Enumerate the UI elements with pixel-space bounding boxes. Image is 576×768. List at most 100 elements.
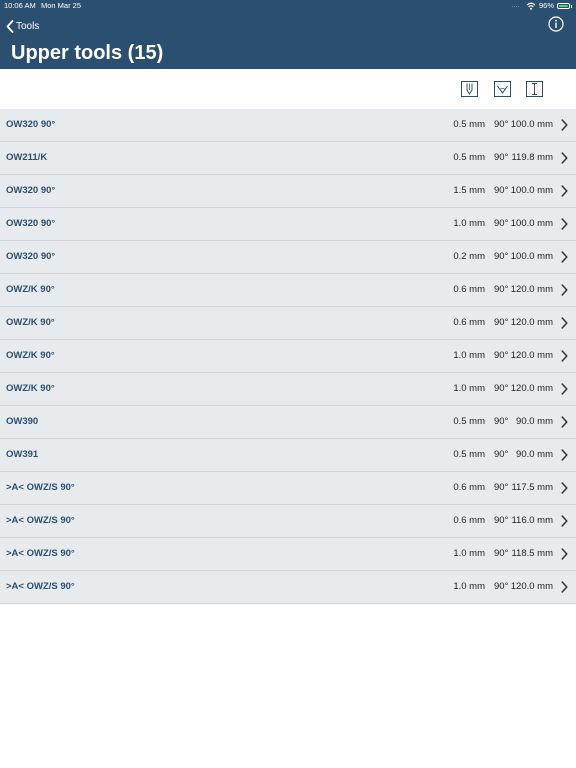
tool-thickness: 1.0 mm: [453, 581, 485, 592]
tool-row[interactable]: OWZ/K 90° 1.0 mm 90° 120.0 mm: [0, 340, 576, 373]
tool-angle: 90°: [494, 548, 509, 559]
tool-name: >A< OWZ/S 90°: [6, 548, 75, 559]
tool-height: 119.8 mm: [511, 152, 553, 163]
status-indicators: .... 96%: [511, 0, 572, 12]
tool-name: OWZ/K 90°: [6, 317, 55, 328]
chevron-right-icon: [561, 218, 568, 230]
tool-height-icon[interactable]: [461, 81, 478, 97]
tool-row[interactable]: OW320 90° 1.0 mm 90° 100.0 mm: [0, 208, 576, 241]
chevron-right-icon: [561, 317, 568, 329]
tool-height: 120.0 mm: [510, 383, 553, 394]
chevron-right-icon: [561, 152, 568, 164]
tool-angle: 90°: [494, 284, 509, 295]
tool-name: OW320 90°: [6, 218, 56, 229]
info-button[interactable]: [548, 16, 564, 32]
tool-height: 120.0 mm: [510, 350, 553, 361]
tool-row[interactable]: OWZ/K 90° 0.6 mm 90° 120.0 mm: [0, 307, 576, 340]
tool-height: 90.0 mm: [516, 449, 553, 460]
tool-thickness: 0.6 mm: [453, 482, 485, 493]
tool-list: OW320 90° 0.5 mm 90° 100.0 mm OW211/K 0.…: [0, 109, 576, 604]
tool-thickness: 0.2 mm: [453, 251, 485, 262]
tool-angle: 90°: [494, 317, 509, 328]
tool-name: OW211/K: [6, 152, 48, 163]
chevron-left-icon: [6, 19, 14, 33]
tool-thickness: 0.6 mm: [453, 284, 485, 295]
navigation-header: 10:06 AM Mon Mar 25 .... 96% Tools Upper…: [0, 0, 576, 69]
tool-name: OWZ/K 90°: [6, 350, 55, 361]
info-icon: [548, 16, 564, 32]
chevron-right-icon: [561, 482, 568, 494]
tool-angle: 90°: [494, 581, 509, 592]
tool-name: >A< OWZ/S 90°: [6, 581, 75, 592]
back-label: Tools: [16, 20, 40, 32]
tool-angle: 90°: [494, 482, 509, 493]
tool-name: OW320 90°: [6, 185, 56, 196]
chevron-right-icon: [561, 251, 568, 263]
tool-thickness: 0.5 mm: [453, 152, 485, 163]
tool-angle: 90°: [494, 350, 509, 361]
chevron-right-icon: [561, 449, 568, 461]
tool-height: 117.5 mm: [511, 482, 553, 493]
tool-thickness: 1.5 mm: [453, 185, 485, 196]
tool-angle: 90°: [494, 152, 509, 163]
tool-height: 116.0 mm: [511, 515, 553, 526]
tool-height: 120.0 mm: [510, 317, 553, 328]
tool-length-icon[interactable]: [526, 81, 543, 97]
page-title: Upper tools (15): [11, 42, 164, 64]
tool-name: >A< OWZ/S 90°: [6, 482, 75, 493]
status-date: Mon Mar 25: [41, 1, 82, 10]
tool-row[interactable]: OW391 0.5 mm 90° 90.0 mm: [0, 439, 576, 472]
tool-row[interactable]: OW320 90° 1.5 mm 90° 100.0 mm: [0, 175, 576, 208]
tool-row[interactable]: >A< OWZ/S 90° 1.0 mm 90° 118.5 mm: [0, 538, 576, 571]
tool-angle: 90°: [494, 185, 509, 196]
tool-angle: 90°: [494, 218, 509, 229]
chevron-right-icon: [561, 548, 568, 560]
tool-height: 100.0 mm: [510, 185, 553, 196]
signal-dots: ....: [511, 3, 520, 9]
back-button[interactable]: Tools: [6, 17, 39, 35]
tool-thickness: 0.5 mm: [453, 416, 485, 427]
tool-thickness: 0.6 mm: [453, 515, 485, 526]
chevron-right-icon: [561, 185, 568, 197]
tool-thickness: 1.0 mm: [453, 548, 485, 559]
tool-name: OW390: [6, 416, 39, 427]
tool-angle: 90°: [494, 383, 509, 394]
tool-height: 100.0 mm: [510, 251, 553, 262]
tool-height: 100.0 mm: [510, 119, 553, 130]
tool-thickness: 1.0 mm: [453, 383, 485, 394]
tool-row[interactable]: OW320 90° 0.2 mm 90° 100.0 mm: [0, 241, 576, 274]
column-header: [0, 69, 576, 110]
tool-thickness: 0.6 mm: [453, 317, 485, 328]
tool-name: OW320 90°: [6, 251, 56, 262]
tool-row[interactable]: >A< OWZ/S 90° 0.6 mm 90° 117.5 mm: [0, 472, 576, 505]
tool-thickness: 1.0 mm: [453, 350, 485, 361]
tool-row[interactable]: OW320 90° 0.5 mm 90° 100.0 mm: [0, 109, 576, 142]
tool-row[interactable]: OWZ/K 90° 1.0 mm 90° 120.0 mm: [0, 373, 576, 406]
tool-thickness: 1.0 mm: [453, 218, 485, 229]
tool-row[interactable]: OW390 0.5 mm 90° 90.0 mm: [0, 406, 576, 439]
chevron-right-icon: [561, 383, 568, 395]
status-time: 10:06 AM: [4, 1, 36, 10]
tool-name: OWZ/K 90°: [6, 284, 55, 295]
tool-angle: 90°: [494, 416, 509, 427]
tool-angle: 90°: [494, 515, 509, 526]
status-bar: 10:06 AM Mon Mar 25 .... 96%: [0, 0, 576, 12]
tool-angle: 90°: [494, 119, 509, 130]
tool-name: >A< OWZ/S 90°: [6, 515, 75, 526]
tool-height: 90.0 mm: [516, 416, 553, 427]
tool-height: 120.0 mm: [510, 581, 553, 592]
battery-icon: [557, 3, 572, 9]
tool-name: OW391: [6, 449, 39, 460]
chevron-right-icon: [561, 350, 568, 362]
tool-row[interactable]: >A< OWZ/S 90° 0.6 mm 90° 116.0 mm: [0, 505, 576, 538]
tool-angle-icon[interactable]: [494, 81, 511, 97]
tool-row[interactable]: >A< OWZ/S 90° 1.0 mm 90° 120.0 mm: [0, 571, 576, 604]
chevron-right-icon: [561, 284, 568, 296]
tool-row[interactable]: OWZ/K 90° 0.6 mm 90° 120.0 mm: [0, 274, 576, 307]
chevron-right-icon: [561, 581, 568, 593]
tool-row[interactable]: OW211/K 0.5 mm 90° 119.8 mm: [0, 142, 576, 175]
battery-percent: 96%: [538, 1, 554, 10]
tool-name: OWZ/K 90°: [6, 383, 55, 394]
chevron-right-icon: [561, 515, 568, 527]
tool-height: 120.0 mm: [510, 284, 553, 295]
